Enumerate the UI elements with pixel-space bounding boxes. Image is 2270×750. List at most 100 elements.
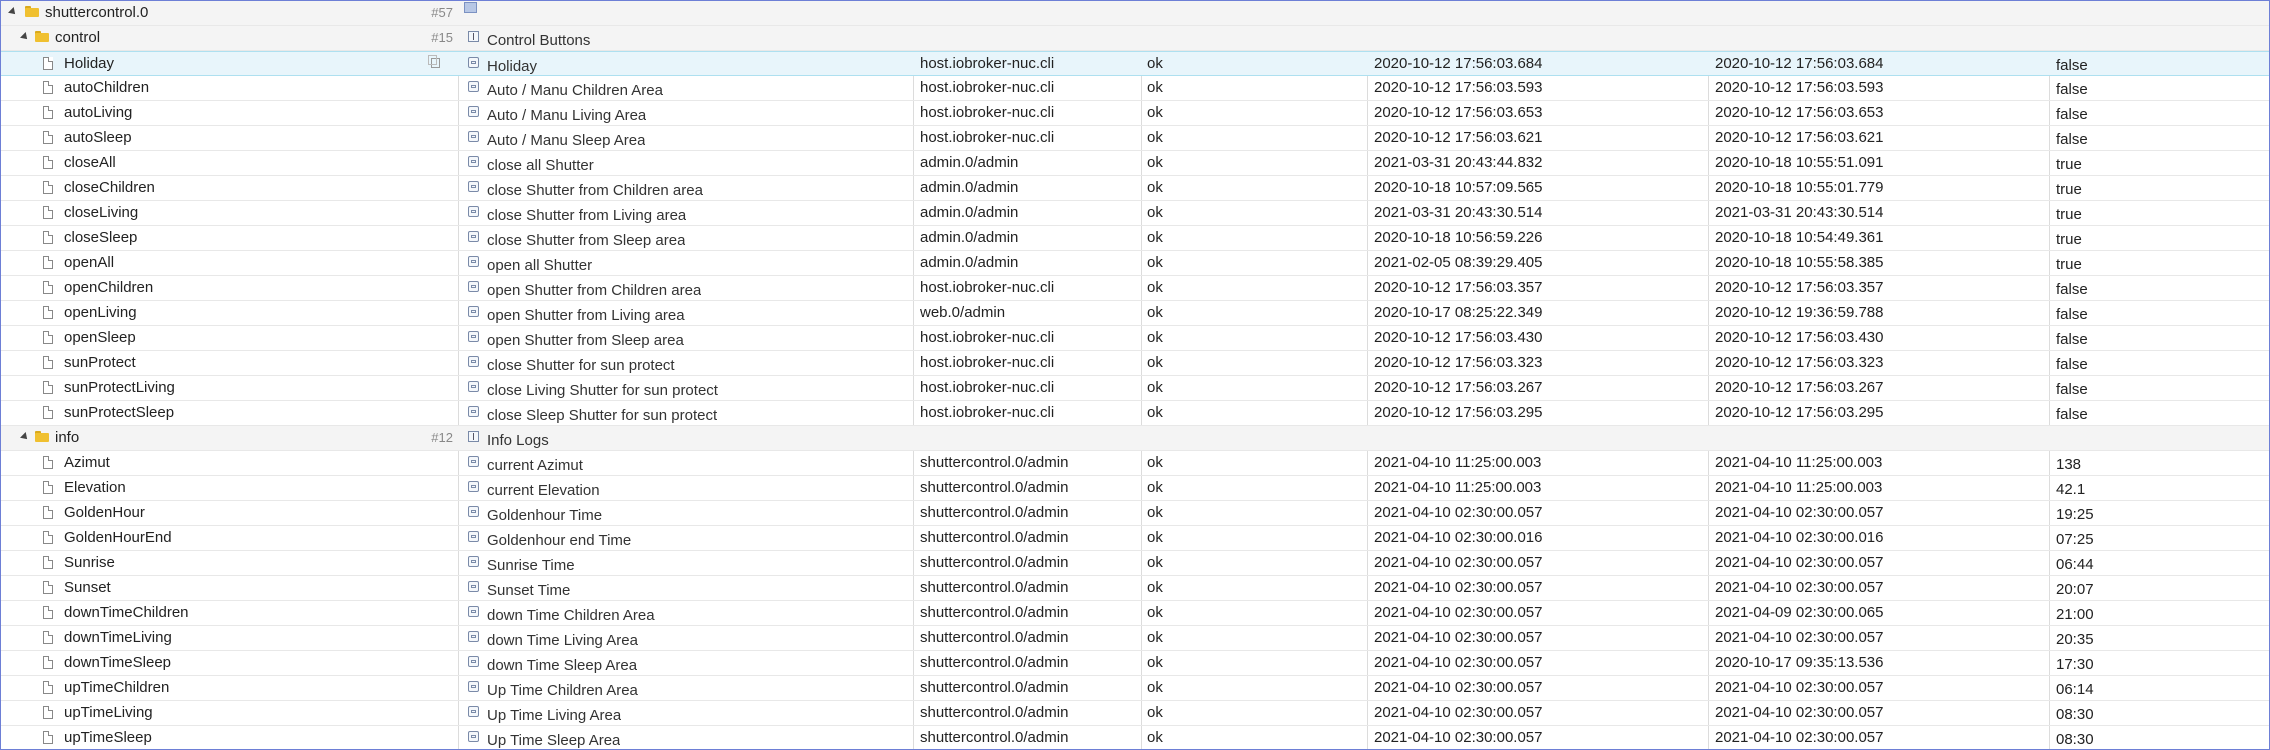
tree-row[interactable]: upTimeSleep Up Time Sleep Area shuttercont…	[1, 726, 2269, 749]
object-name: openSleep	[64, 329, 136, 346]
object-description: current Elevation	[487, 482, 600, 499]
from-cell: shuttercontrol.0/admin	[920, 704, 1069, 721]
state-icon	[468, 681, 479, 692]
value-cell: false	[2056, 281, 2088, 298]
object-description: Control Buttons	[487, 32, 591, 49]
state-icon	[468, 481, 479, 492]
state-icon	[468, 57, 479, 68]
object-description: Auto / Manu Living Area	[487, 107, 647, 124]
object-description: close Living Shutter for sun protect	[487, 382, 718, 399]
object-description: Up Time Children Area	[487, 682, 638, 699]
expand-toggle-icon[interactable]	[8, 7, 18, 17]
tree-row-group-control[interactable]: control #15 Control Buttons	[1, 26, 2269, 51]
timestamp-cell: 2020-10-12 17:56:03.684	[1374, 55, 1543, 72]
object-description: close Shutter from Children area	[487, 182, 703, 199]
value-cell: 08:30	[2056, 731, 2094, 748]
tree-row[interactable]: closeSleep close Shutter from Sleep area a…	[1, 226, 2269, 251]
last-changed-cell: 2020-10-18 10:55:51.091	[1715, 154, 1884, 171]
tree-row[interactable]: Sunrise Sunrise Time shuttercontrol.0/admi…	[1, 551, 2269, 576]
tree-row[interactable]: closeChildren close Shutter from Children…	[1, 176, 2269, 201]
ack-cell: ok	[1147, 479, 1163, 496]
object-name: closeLiving	[64, 204, 139, 221]
value-cell: false	[2056, 106, 2088, 123]
object-name: upTimeSleep	[64, 729, 152, 746]
tree-row[interactable]: sunProtectLiving close Living Shutter for…	[1, 376, 2269, 401]
from-cell: shuttercontrol.0/admin	[920, 729, 1069, 746]
value-cell: 06:14	[2056, 681, 2094, 698]
last-changed-cell: 2020-10-12 17:56:03.430	[1715, 329, 1884, 346]
tree-row-group-info[interactable]: info #12 Info Logs	[1, 426, 2269, 451]
last-changed-cell: 2021-04-10 02:30:00.016	[1715, 529, 1884, 546]
value-cell: 20:35	[2056, 631, 2094, 648]
tree-row[interactable]: sunProtect close Shutter for sun protect h…	[1, 351, 2269, 376]
tree-row[interactable]: upTimeLiving Up Time Living Area shutterco…	[1, 701, 2269, 726]
last-changed-cell: 2020-10-18 10:55:58.385	[1715, 254, 1884, 271]
tree-row[interactable]: openChildren open Shutter from Children a…	[1, 276, 2269, 301]
tree-row[interactable]: downTimeSleep down Time Sleep Area shutter…	[1, 651, 2269, 676]
object-description: open Shutter from Children area	[487, 282, 702, 299]
last-changed-cell: 2021-04-10 02:30:00.057	[1715, 579, 1884, 596]
value-cell: 20:07	[2056, 581, 2094, 598]
tree-row[interactable]: Sunset Sunset Time shuttercontrol.0/admin o…	[1, 576, 2269, 601]
value-cell: 21:00	[2056, 606, 2094, 623]
timestamp-cell: 2020-10-17 08:25:22.349	[1374, 304, 1543, 321]
tree-row[interactable]: GoldenHourEnd Goldenhour end Time shutterc…	[1, 526, 2269, 551]
value-cell: false	[2056, 381, 2088, 398]
expand-toggle-icon[interactable]	[20, 432, 30, 442]
value-cell: false	[2056, 406, 2088, 423]
tree-row[interactable]: upTimeChildren Up Time Children Area shutt…	[1, 676, 2269, 701]
tree-row[interactable]: closeLiving close Shutter from Living are…	[1, 201, 2269, 226]
last-changed-cell: 2020-10-12 17:56:03.323	[1715, 354, 1884, 371]
ack-cell: ok	[1147, 629, 1163, 646]
tree-row[interactable]: autoSleep Auto / Manu Sleep Area host.iobr…	[1, 126, 2269, 151]
tree-row[interactable]: sunProtectSleep close Sleep Shutter for s…	[1, 401, 2269, 426]
object-name: downTimeSleep	[64, 654, 171, 671]
expand-toggle-icon[interactable]	[20, 32, 30, 42]
copy-icon[interactable]	[428, 55, 440, 68]
state-icon	[468, 581, 479, 592]
tree-row[interactable]: downTimeChildren down Time Children Area s…	[1, 601, 2269, 626]
tree-row[interactable]: downTimeLiving down Time Living Area shutt…	[1, 626, 2269, 651]
ack-cell: ok	[1147, 229, 1163, 246]
state-icon	[468, 406, 479, 417]
tree-row[interactable]: Azimut current Azimut shuttercontrol.0/adm…	[1, 451, 2269, 476]
object-name: shuttercontrol.0	[45, 4, 149, 21]
ack-cell: ok	[1147, 104, 1163, 121]
tree-row[interactable]: openLiving open Shutter from Living area w…	[1, 301, 2269, 326]
file-icon	[43, 381, 53, 394]
timestamp-cell: 2021-04-10 02:30:00.016	[1374, 529, 1543, 546]
last-changed-cell: 2021-04-09 02:30:00.065	[1715, 604, 1884, 621]
last-changed-cell: 2020-10-12 17:56:03.357	[1715, 279, 1884, 296]
file-icon	[43, 731, 53, 744]
object-description: down Time Children Area	[487, 607, 655, 624]
state-icon	[468, 206, 479, 217]
state-icon	[468, 256, 479, 267]
object-description: Sunrise Time	[487, 557, 575, 574]
tree-row-root[interactable]: shuttercontrol.0 #57	[1, 1, 2269, 26]
tree-row[interactable]: Elevation current Elevation shuttercontrol…	[1, 476, 2269, 501]
tree-row[interactable]: openSleep open Shutter from Sleep area hos…	[1, 326, 2269, 351]
ack-cell: ok	[1147, 529, 1163, 546]
ack-cell: ok	[1147, 554, 1163, 571]
object-name: sunProtect	[64, 354, 136, 371]
from-cell: shuttercontrol.0/admin	[920, 454, 1069, 471]
timestamp-cell: 2020-10-18 10:56:59.226	[1374, 229, 1543, 246]
tree-row[interactable]: autoLiving Auto / Manu Living Area host.io…	[1, 101, 2269, 126]
tree-row[interactable]: GoldenHour Goldenhour Time shuttercontrol.…	[1, 501, 2269, 526]
last-changed-cell: 2020-10-17 09:35:13.536	[1715, 654, 1884, 671]
timestamp-cell: 2021-04-10 02:30:00.057	[1374, 679, 1543, 696]
ack-cell: ok	[1147, 254, 1163, 271]
object-name: Sunset	[64, 579, 111, 596]
ack-cell: ok	[1147, 279, 1163, 296]
value-cell: false	[2056, 81, 2088, 98]
tree-row[interactable]: openAll open all Shutter admin.0/admin ok 20…	[1, 251, 2269, 276]
value-cell: 138	[2056, 456, 2082, 473]
timestamp-cell: 2021-03-31 20:43:30.514	[1374, 204, 1543, 221]
child-count: #57	[431, 5, 453, 20]
tree-row[interactable]: closeAll close all Shutter admin.0/admin ok…	[1, 151, 2269, 176]
tree-row[interactable]: autoChildren Auto / Manu Children Area hos…	[1, 76, 2269, 101]
state-icon	[468, 506, 479, 517]
tree-row[interactable]: Holiday Holiday host.iobroker-nuc.cli ok 202…	[1, 51, 2269, 76]
object-description: Goldenhour Time	[487, 507, 603, 524]
value-cell: true	[2056, 206, 2082, 223]
